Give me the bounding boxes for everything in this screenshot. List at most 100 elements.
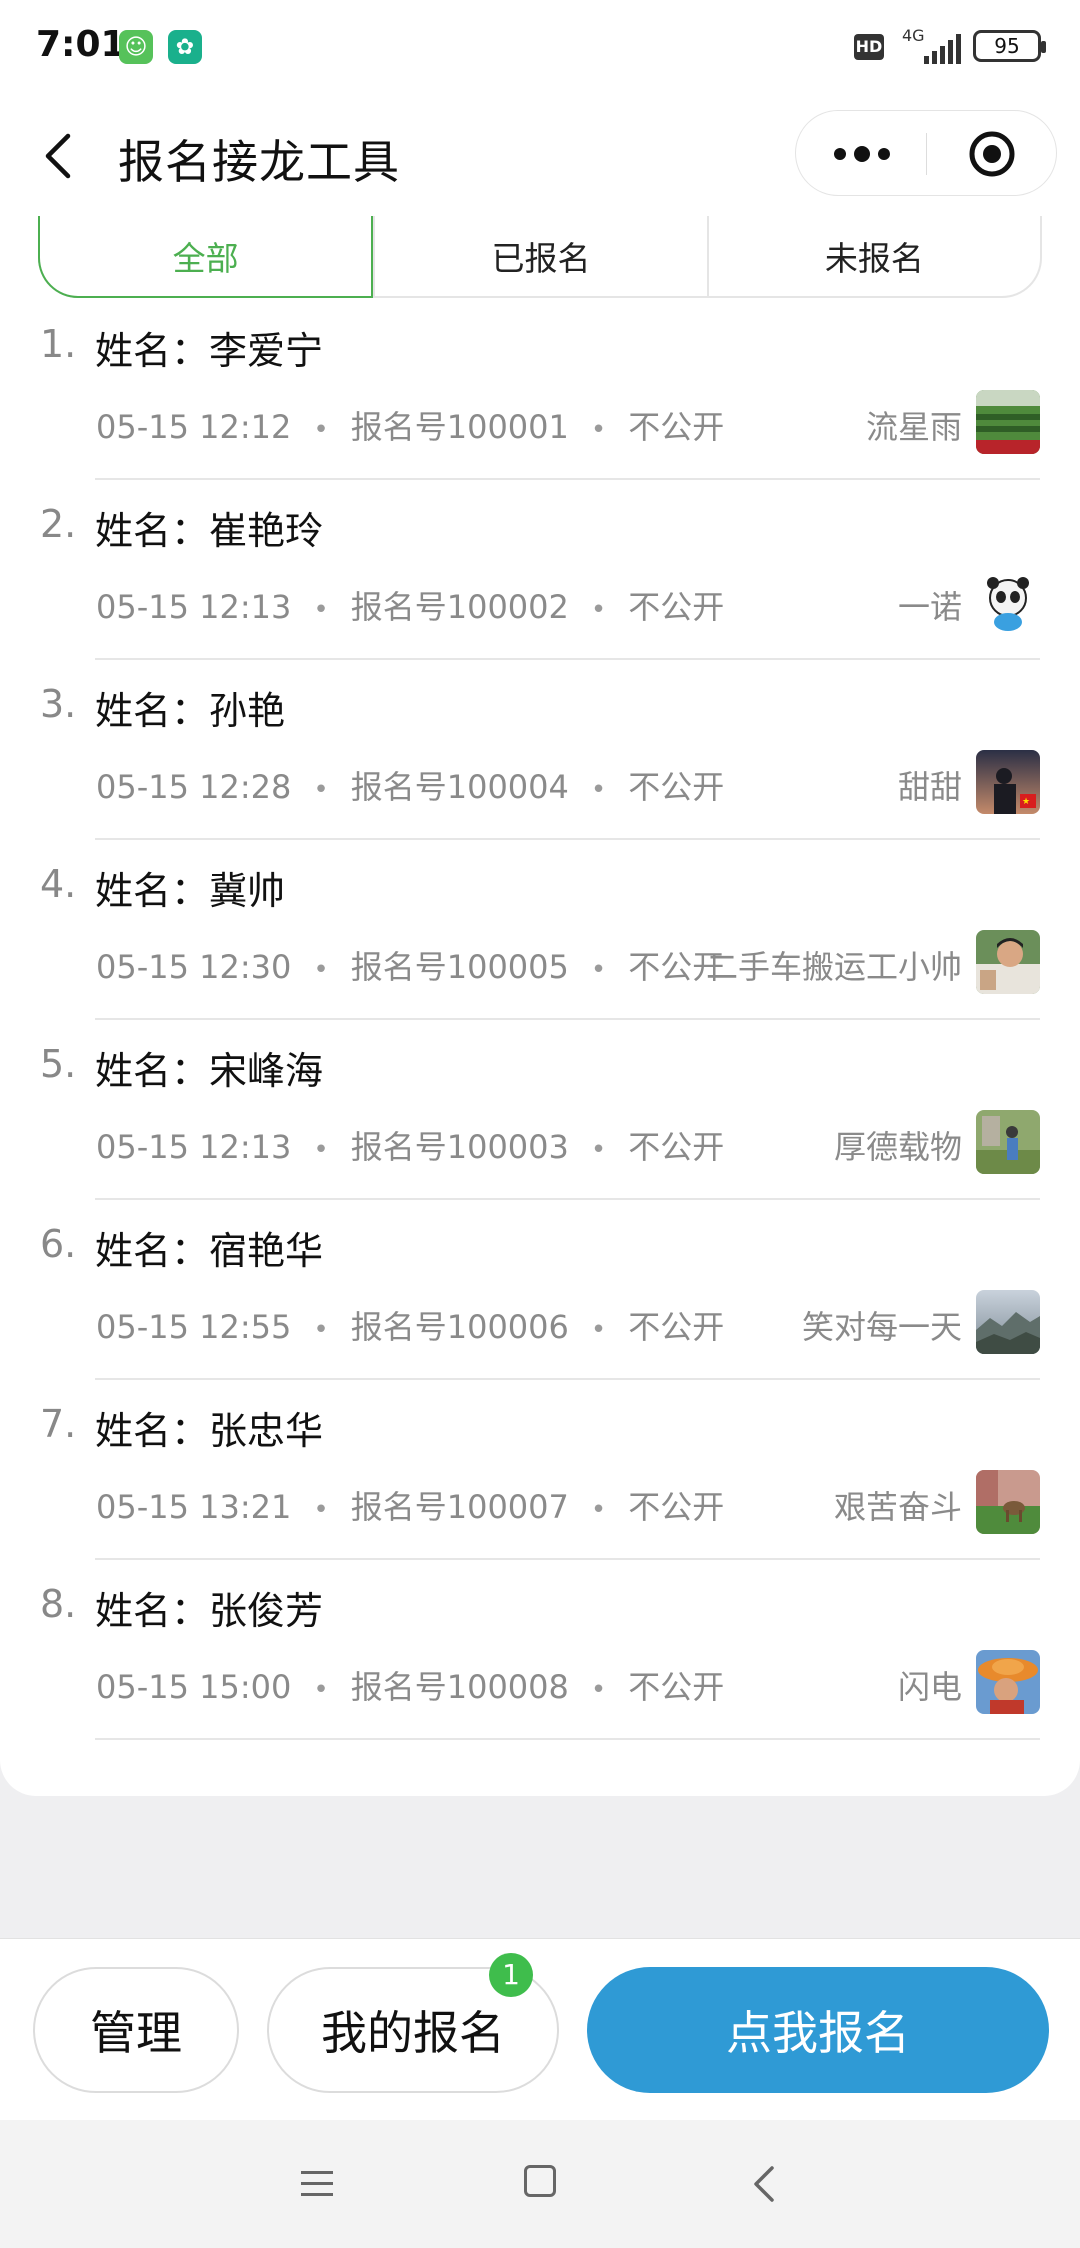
tab-all[interactable]: 全部 — [38, 216, 374, 298]
avatar[interactable] — [976, 390, 1040, 454]
app-notification-icon-2: ✿ — [168, 30, 202, 64]
system-back-icon[interactable] — [750, 2164, 780, 2204]
entry-number: 4. — [40, 862, 77, 906]
entry-visibility: 不公开 — [628, 408, 725, 446]
entry-name: 姓名：张忠华 — [95, 1409, 324, 1453]
page: 7:01 ☺ ✿ HD 4G 95 报名接龙工具 全部 已报名 未报名 1. 姓… — [0, 0, 1080, 2248]
entry-meta: 05-15 13:21 • 报名号100007 • 不公开 — [96, 1482, 724, 1528]
entry-name: 姓名：张俊芳 — [95, 1589, 324, 1633]
more-dots-icon[interactable] — [830, 141, 894, 167]
app-notification-icon: ☺ — [119, 30, 153, 64]
avatar[interactable] — [976, 570, 1040, 634]
entry-number: 3. — [40, 682, 77, 726]
manage-button[interactable]: 管理 — [33, 1967, 239, 2093]
nav-bar: 报名接龙工具 — [0, 96, 1080, 216]
back-arrow-icon[interactable] — [36, 128, 86, 184]
entry-number: 7. — [40, 1402, 77, 1446]
entry-name: 姓名：孙艳 — [95, 689, 286, 733]
entry-name: 姓名：宿艳华 — [95, 1229, 324, 1273]
recent-apps-icon[interactable] — [300, 2168, 334, 2200]
close-miniprogram-icon[interactable] — [968, 130, 1016, 178]
entry-nickname: 闪电 — [897, 1668, 962, 1706]
avatar[interactable] — [976, 1110, 1040, 1174]
separator-dot: • — [590, 1495, 607, 1525]
list-item[interactable]: 8. 姓名：张俊芳 05-15 15:00 • 报名号100008 • 不公开 闪电 — [0, 1560, 1080, 1740]
list-item[interactable]: 4. 姓名：冀帅 05-15 12:30 • 报名号100005 • 不公开 二手车搬运… — [0, 840, 1080, 1020]
avatar[interactable] — [976, 930, 1040, 994]
entry-number: 1. — [40, 322, 77, 366]
separator-dot: • — [313, 1315, 329, 1345]
capsule-divider — [926, 133, 927, 175]
separator-dot: • — [313, 415, 329, 445]
status-bar: 7:01 ☺ ✿ HD 4G 95 — [0, 0, 1080, 96]
list-item[interactable]: 6. 姓名：宿艳华 05-15 12:55 • 报名号100006 • 不公开 笑对每一… — [0, 1200, 1080, 1380]
home-icon[interactable] — [524, 2165, 556, 2197]
entry-reg-no: 报名号100004 — [350, 768, 569, 806]
entry-time: 05-15 12:28 — [96, 768, 292, 806]
separator-dot: • — [313, 955, 329, 985]
signal-icon — [924, 34, 961, 64]
filter-tabs: 全部 已报名 未报名 — [38, 216, 1042, 298]
entry-time: 05-15 12:12 — [96, 408, 292, 446]
avatar[interactable] — [976, 1290, 1040, 1354]
tab-unregistered[interactable]: 未报名 — [706, 216, 1040, 296]
list-item[interactable]: 3. 姓名：孙艳 05-15 12:28 • 报名号100004 • 不公开 甜甜 ★ — [0, 660, 1080, 840]
entry-time: 05-15 12:30 — [96, 948, 292, 986]
separator-dot: • — [590, 775, 607, 805]
entry-name: 姓名：宋峰海 — [95, 1049, 324, 1093]
separator-dot: • — [313, 595, 329, 625]
separator-dot: • — [313, 1675, 329, 1705]
entry-number: 5. — [40, 1042, 77, 1086]
entry-meta: 05-15 15:00 • 报名号100008 • 不公开 — [96, 1662, 724, 1708]
entry-reg-no: 报名号100002 — [350, 588, 569, 626]
entry-time: 05-15 15:00 — [96, 1668, 292, 1706]
status-time: 7:01 — [36, 24, 126, 65]
signup-button[interactable]: 点我报名 — [587, 1967, 1049, 2093]
entry-reg-no: 报名号100001 — [350, 408, 569, 446]
entry-nickname: 艰苦奋斗 — [833, 1488, 962, 1526]
list-item[interactable]: 2. 姓名：崔艳玲 05-15 12:13 • 报名号100002 • 不公开 一诺 — [0, 480, 1080, 660]
avatar[interactable] — [976, 1470, 1040, 1534]
separator-dot: • — [313, 1495, 329, 1525]
entry-visibility: 不公开 — [628, 1308, 725, 1346]
page-title: 报名接龙工具 — [118, 135, 400, 189]
entry-number: 8. — [40, 1582, 77, 1626]
entry-visibility: 不公开 — [628, 588, 725, 626]
tab-registered[interactable]: 已报名 — [373, 216, 706, 296]
signup-list: 1. 姓名：李爱宁 05-15 12:12 • 报名号100001 • 不公开 流星雨 … — [0, 300, 1080, 1740]
entry-meta: 05-15 12:55 • 报名号100006 • 不公开 — [96, 1302, 724, 1348]
entry-nickname: 笑对每一天 — [801, 1308, 962, 1346]
separator-dot: • — [590, 595, 607, 625]
entry-reg-no: 报名号100008 — [350, 1668, 569, 1706]
battery-icon: 95 — [973, 30, 1046, 62]
entry-time: 05-15 12:55 — [96, 1308, 292, 1346]
entry-name: 姓名：李爱宁 — [95, 329, 324, 373]
miniprogram-capsule — [795, 110, 1057, 196]
entry-nickname: 厚德载物 — [833, 1128, 962, 1166]
entry-reg-no: 报名号100006 — [350, 1308, 569, 1346]
avatar[interactable]: ★ — [976, 750, 1040, 814]
entry-visibility: 不公开 — [628, 1668, 725, 1706]
entry-nickname: 一诺 — [897, 588, 962, 626]
entry-reg-no: 报名号100003 — [350, 1128, 569, 1166]
entry-time: 05-15 12:13 — [96, 1128, 292, 1166]
notification-count-badge: 1 — [489, 1953, 533, 1997]
divider — [95, 1738, 1040, 1740]
list-item[interactable]: 7. 姓名：张忠华 05-15 13:21 • 报名号100007 • 不公开 艰苦奋斗 — [0, 1380, 1080, 1560]
separator-dot: • — [590, 1315, 607, 1345]
avatar[interactable] — [976, 1650, 1040, 1714]
entry-nickname: 流星雨 — [865, 408, 962, 446]
entry-meta: 05-15 12:13 • 报名号100003 • 不公开 — [96, 1122, 724, 1168]
separator-dot: • — [590, 1135, 607, 1165]
list-item[interactable]: 5. 姓名：宋峰海 05-15 12:13 • 报名号100003 • 不公开 厚德载物 — [0, 1020, 1080, 1200]
list-item[interactable]: 1. 姓名：李爱宁 05-15 12:12 • 报名号100001 • 不公开 流星雨 — [0, 300, 1080, 480]
entry-time: 05-15 13:21 — [96, 1488, 292, 1526]
hd-icon: HD — [854, 34, 884, 60]
entry-meta: 05-15 12:28 • 报名号100004 • 不公开 — [96, 762, 724, 808]
entry-meta: 05-15 12:12 • 报名号100001 • 不公开 — [96, 402, 724, 448]
entry-visibility: 不公开 — [628, 1128, 725, 1166]
separator-dot: • — [313, 1135, 329, 1165]
entry-number: 2. — [40, 502, 77, 546]
entry-reg-no: 报名号100005 — [350, 948, 569, 986]
separator-dot: • — [313, 775, 329, 805]
